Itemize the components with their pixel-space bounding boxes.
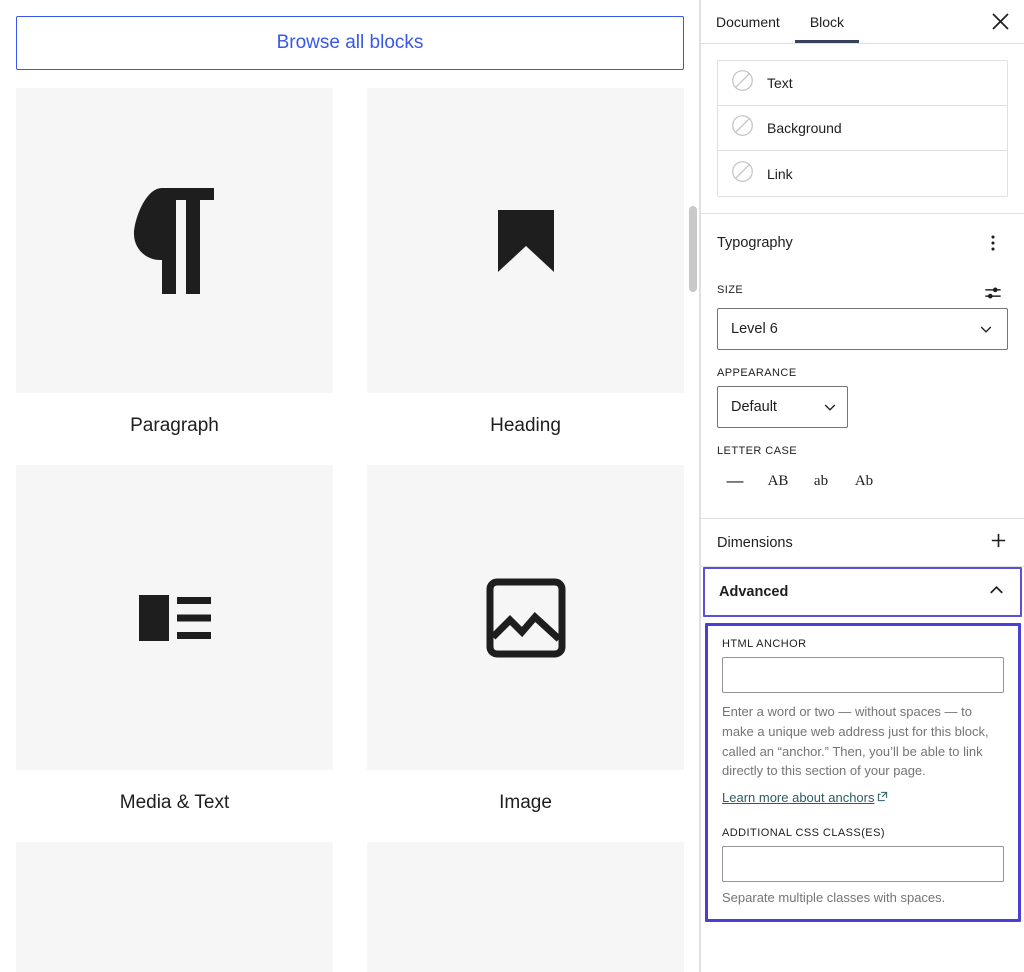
html-anchor-help: Enter a word or two — without spaces — t… — [722, 702, 1004, 781]
circle-slash-icon — [731, 160, 754, 188]
letter-case-label: LETTER CASE — [717, 445, 1008, 457]
block-inserter-panel: Browse all blocks Paragraph — [0, 0, 700, 972]
external-link-icon — [877, 790, 888, 805]
browse-all-blocks-button[interactable]: Browse all blocks — [16, 16, 684, 70]
circle-slash-icon — [731, 69, 754, 97]
appearance-value: Default — [731, 399, 777, 415]
dimensions-title: Dimensions — [717, 535, 793, 551]
learn-more-about-anchors-link[interactable]: Learn more about anchors — [722, 790, 888, 805]
inserter-scrollbar-thumb[interactable] — [689, 206, 697, 292]
paragraph-pilcrow-icon — [132, 186, 218, 296]
advanced-field-spacer — [722, 807, 1004, 827]
block-item-partial-left[interactable] — [16, 842, 333, 972]
dimensions-panel-header[interactable]: Dimensions — [701, 519, 1024, 567]
chevron-up-icon — [987, 581, 1006, 604]
block-thumb-heading — [367, 88, 684, 393]
sidebar-tab-bar: Document Block — [701, 0, 1024, 44]
color-row-background[interactable]: Background — [718, 106, 1007, 151]
color-row-link-label: Link — [767, 166, 793, 182]
block-item-paragraph[interactable]: Paragraph — [16, 88, 333, 465]
block-item-media-text[interactable]: Media & Text — [16, 465, 333, 842]
letter-case-lowercase-button[interactable]: ab — [803, 464, 839, 498]
appearance-select[interactable]: Default — [717, 386, 848, 428]
block-thumb-image — [367, 465, 684, 770]
typography-title: Typography — [717, 235, 793, 251]
block-type-grid: Paragraph Heading — [16, 88, 684, 972]
tab-block-label: Block — [810, 14, 844, 30]
font-size-value: Level 6 — [731, 321, 778, 337]
sliders-icon — [984, 283, 1002, 303]
chevron-down-icon — [978, 321, 994, 337]
three-dots-vertical-icon — [984, 234, 1002, 252]
color-row-link[interactable]: Link — [718, 151, 1007, 196]
gutenberg-editor-screen: Browse all blocks Paragraph — [0, 0, 1024, 972]
learn-more-about-anchors-label: Learn more about anchors — [722, 790, 874, 805]
block-thumb-media-text — [16, 465, 333, 770]
block-item-image[interactable]: Image — [367, 465, 684, 842]
color-row-text-label: Text — [767, 75, 793, 91]
block-item-partial-right[interactable] — [367, 842, 684, 972]
plus-icon — [989, 531, 1008, 554]
media-and-text-icon — [139, 595, 211, 641]
block-item-heading[interactable]: Heading — [367, 88, 684, 465]
typography-section: Typography SIZE — [701, 214, 1024, 519]
typography-options-button[interactable] — [978, 228, 1008, 258]
font-size-select[interactable]: Level 6 — [717, 308, 1008, 350]
html-anchor-label: HTML ANCHOR — [722, 638, 1004, 650]
block-label-paragraph: Paragraph — [130, 415, 219, 437]
html-anchor-input[interactable] — [722, 657, 1004, 693]
block-thumb-partial-left — [16, 842, 333, 972]
css-classes-label: ADDITIONAL CSS CLASS(ES) — [722, 827, 1004, 839]
image-icon — [486, 578, 566, 658]
css-classes-input[interactable] — [722, 846, 1004, 882]
tab-block[interactable]: Block — [795, 0, 859, 43]
advanced-title: Advanced — [719, 584, 788, 600]
tab-document-label: Document — [716, 14, 780, 30]
block-inserter-content: Browse all blocks Paragraph — [0, 0, 700, 972]
block-thumb-paragraph — [16, 88, 333, 393]
block-label-media-text: Media & Text — [120, 792, 229, 814]
typography-header: Typography — [717, 228, 1008, 258]
letter-case-uppercase-button[interactable]: AB — [760, 464, 796, 498]
settings-sidebar: Document Block — [700, 0, 1024, 972]
size-label-row: SIZE — [717, 278, 1008, 308]
letter-case-capitalize-button[interactable]: Ab — [846, 464, 882, 498]
close-icon — [991, 12, 1010, 31]
heading-bookmark-icon — [498, 210, 554, 272]
color-row-text[interactable]: Text — [718, 61, 1007, 106]
size-label: SIZE — [717, 284, 743, 296]
advanced-panel-body: HTML ANCHOR Enter a word or two — withou… — [705, 623, 1021, 922]
close-settings-button[interactable] — [980, 0, 1020, 43]
block-label-image: Image — [499, 792, 552, 814]
advanced-panel-header[interactable]: Advanced — [703, 567, 1022, 617]
color-settings-card: Text Background — [717, 60, 1008, 197]
letter-case-button-group: — AB ab Ab — [717, 464, 1008, 498]
css-classes-help: Separate multiple classes with spaces. — [722, 890, 1004, 905]
color-settings-section: Text Background — [701, 44, 1024, 214]
color-row-background-label: Background — [767, 120, 842, 136]
size-settings-button[interactable] — [978, 278, 1008, 308]
chevron-down-icon — [822, 399, 838, 415]
inserter-scrollbar[interactable] — [686, 0, 700, 972]
block-label-heading: Heading — [490, 415, 561, 437]
circle-slash-icon — [731, 114, 754, 142]
appearance-label: APPEARANCE — [717, 367, 1008, 379]
tab-document[interactable]: Document — [701, 0, 795, 43]
block-thumb-partial-right — [367, 842, 684, 972]
letter-case-none-button[interactable]: — — [717, 464, 753, 498]
browse-all-blocks-label: Browse all blocks — [277, 32, 424, 54]
